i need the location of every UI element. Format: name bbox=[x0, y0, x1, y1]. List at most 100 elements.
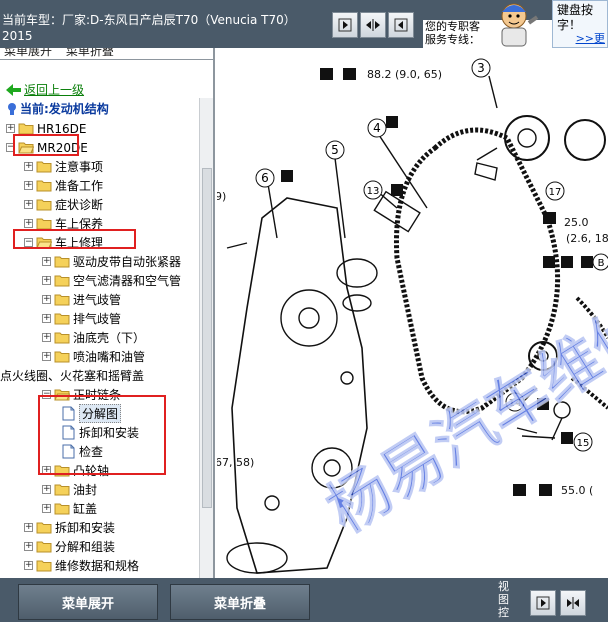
oil-icon bbox=[391, 184, 403, 196]
cam-sprocket bbox=[504, 115, 550, 161]
left-value-2: 67, 58) bbox=[217, 456, 254, 469]
menu-tabs-strip: 菜单展开 菜单折叠 bbox=[0, 48, 213, 60]
expand-icon[interactable]: + bbox=[42, 276, 51, 285]
tree-item-disasm[interactable]: + 分解和组装 bbox=[24, 537, 115, 556]
back-link[interactable]: 返回上一级 bbox=[24, 81, 84, 98]
svg-text:13: 13 bbox=[367, 186, 380, 197]
folder-icon bbox=[36, 560, 52, 572]
tree-scrollbar[interactable] bbox=[199, 98, 213, 578]
exploded-diagram: 3 4 5 6 13 14 15 17 B 88.2 (9.0, 65) 25.… bbox=[217, 48, 608, 578]
folder-icon bbox=[36, 541, 52, 553]
expand-icon[interactable]: + bbox=[42, 504, 51, 513]
svg-text:15: 15 bbox=[577, 438, 590, 449]
expand-icon[interactable]: + bbox=[24, 219, 33, 228]
tip-more-link[interactable]: >>更 bbox=[576, 31, 605, 46]
tree-item-notes[interactable]: + 注意事项 bbox=[24, 157, 103, 176]
expand-icon[interactable]: + bbox=[24, 162, 33, 171]
torque-wrench-icon bbox=[320, 68, 333, 80]
callout-6: 6 bbox=[255, 168, 275, 188]
expand-icon[interactable]: + bbox=[24, 542, 33, 551]
tree-item-ignition[interactable]: 点火线圈、火花塞和摇臂盖 bbox=[0, 366, 144, 385]
tip-text: 键盘按字！ bbox=[557, 3, 594, 32]
play-icon bbox=[536, 596, 550, 610]
tree-item-oilseal[interactable]: + 油封 bbox=[42, 480, 97, 499]
pencil-icon bbox=[281, 170, 293, 182]
tree-item-diag[interactable]: + 症状诊断 bbox=[24, 195, 103, 214]
tree-item-more[interactable]: + 维修数据和规格 bbox=[24, 556, 139, 575]
expand-icon[interactable]: + bbox=[42, 257, 51, 266]
tree-item-injector[interactable]: + 喷油嘴和油管 bbox=[42, 347, 145, 366]
expand-icon[interactable]: + bbox=[24, 523, 33, 532]
callout-13: 13 bbox=[363, 180, 383, 200]
header-nav-buttons bbox=[332, 12, 414, 38]
tree-item-belt[interactable]: + 驱动皮带自动张紧器 bbox=[42, 252, 181, 271]
tree-item-label: 缸盖 bbox=[73, 502, 98, 516]
folder-icon bbox=[54, 351, 70, 363]
folder-icon bbox=[54, 484, 70, 496]
lock-icon bbox=[543, 212, 556, 224]
tab-collapse[interactable]: 菜单折叠 bbox=[66, 48, 114, 58]
folder-icon bbox=[54, 275, 70, 287]
expand-icon[interactable]: + bbox=[42, 295, 51, 304]
expand-icon[interactable]: + bbox=[24, 561, 33, 570]
folder-icon bbox=[36, 180, 52, 192]
service-line-2: 服务专线： bbox=[425, 33, 480, 46]
tree-item-cylhead[interactable]: + 缸盖 bbox=[42, 499, 97, 518]
tree-item-label: 油封 bbox=[73, 483, 98, 497]
tree-item-label: 准备工作 bbox=[55, 179, 104, 193]
callout-3: 3 bbox=[471, 58, 491, 78]
tree-item-exhaust[interactable]: + 排气歧管 bbox=[42, 309, 121, 328]
oil-icon bbox=[513, 484, 526, 496]
tree-item-label: 注意事项 bbox=[55, 160, 104, 174]
expand-icon[interactable]: + bbox=[42, 333, 51, 342]
lock-icon bbox=[343, 68, 356, 80]
expand-icon[interactable]: + bbox=[6, 124, 15, 133]
tree-item-removal2[interactable]: + 拆卸和安装 bbox=[24, 518, 115, 537]
expand-icon[interactable]: + bbox=[24, 200, 33, 209]
svg-text:4: 4 bbox=[373, 121, 381, 135]
svg-text:3: 3 bbox=[477, 61, 485, 75]
highlight-box-mr20de bbox=[13, 134, 79, 156]
callout-4: 4 bbox=[367, 118, 387, 138]
split-view-icon bbox=[567, 597, 579, 609]
tree-item-airfilter[interactable]: + 空气滤清器和空气管 bbox=[42, 271, 181, 290]
tree-item-label: 拆卸和安装 bbox=[55, 521, 116, 535]
menu-expand-button[interactable]: 菜单展开 bbox=[18, 584, 158, 620]
expand-icon[interactable]: + bbox=[24, 181, 33, 190]
torque-wrench-icon bbox=[543, 256, 555, 268]
expand-icon[interactable]: + bbox=[42, 314, 51, 323]
tree-item-label: 排气歧管 bbox=[73, 312, 122, 326]
torque-value-1: 88.2 (9.0, 65) bbox=[367, 68, 442, 81]
back-row[interactable]: 返回上一级 bbox=[6, 80, 84, 99]
highlight-box-chain bbox=[38, 395, 166, 475]
tensioner bbox=[474, 162, 498, 181]
menu-tree-panel: 菜单展开 菜单折叠 返回上一级 当前:发动机结构 + HR16DE − MR20DE +… bbox=[0, 48, 215, 578]
folder-icon bbox=[54, 332, 70, 344]
folder-icon bbox=[36, 522, 52, 534]
svg-text:5: 5 bbox=[331, 143, 339, 157]
tree-item-oilpan[interactable]: + 油底壳（下） bbox=[42, 328, 145, 347]
tree-item-label: 症状诊断 bbox=[55, 198, 104, 212]
tab-expand[interactable]: 菜单展开 bbox=[4, 48, 52, 58]
keyboard-tip: 键盘按字！ >>更 bbox=[552, 0, 608, 48]
folder-icon bbox=[36, 199, 52, 211]
folder-icon bbox=[54, 256, 70, 268]
menu-collapse-button[interactable]: 菜单折叠 bbox=[170, 584, 310, 620]
footer-next-button[interactable] bbox=[530, 590, 556, 616]
folder-icon bbox=[54, 503, 70, 515]
header-bar: 当前车型：厂家:D-东风日产启辰T70（Venucia T70）2015 您的专… bbox=[0, 0, 608, 48]
svg-text:B: B bbox=[598, 258, 605, 269]
tree-item-label: 驱动皮带自动张紧器 bbox=[73, 255, 182, 269]
oil-filler-cap bbox=[336, 258, 378, 288]
split-view-button[interactable] bbox=[360, 12, 386, 38]
footer-split-button[interactable] bbox=[560, 590, 586, 616]
prev-page-button[interactable] bbox=[332, 12, 358, 38]
next-page-button[interactable] bbox=[388, 12, 414, 38]
torque-value-2b: (2.6, 18 bbox=[566, 232, 608, 245]
expand-icon[interactable]: + bbox=[42, 352, 51, 361]
expand-icon[interactable]: + bbox=[42, 485, 51, 494]
tree-item-prep[interactable]: + 准备工作 bbox=[24, 176, 103, 195]
tree-item-label: 进气歧管 bbox=[73, 293, 122, 307]
tree-item-intake[interactable]: + 进气歧管 bbox=[42, 290, 121, 309]
tree-scrollbar-thumb[interactable] bbox=[202, 168, 212, 508]
